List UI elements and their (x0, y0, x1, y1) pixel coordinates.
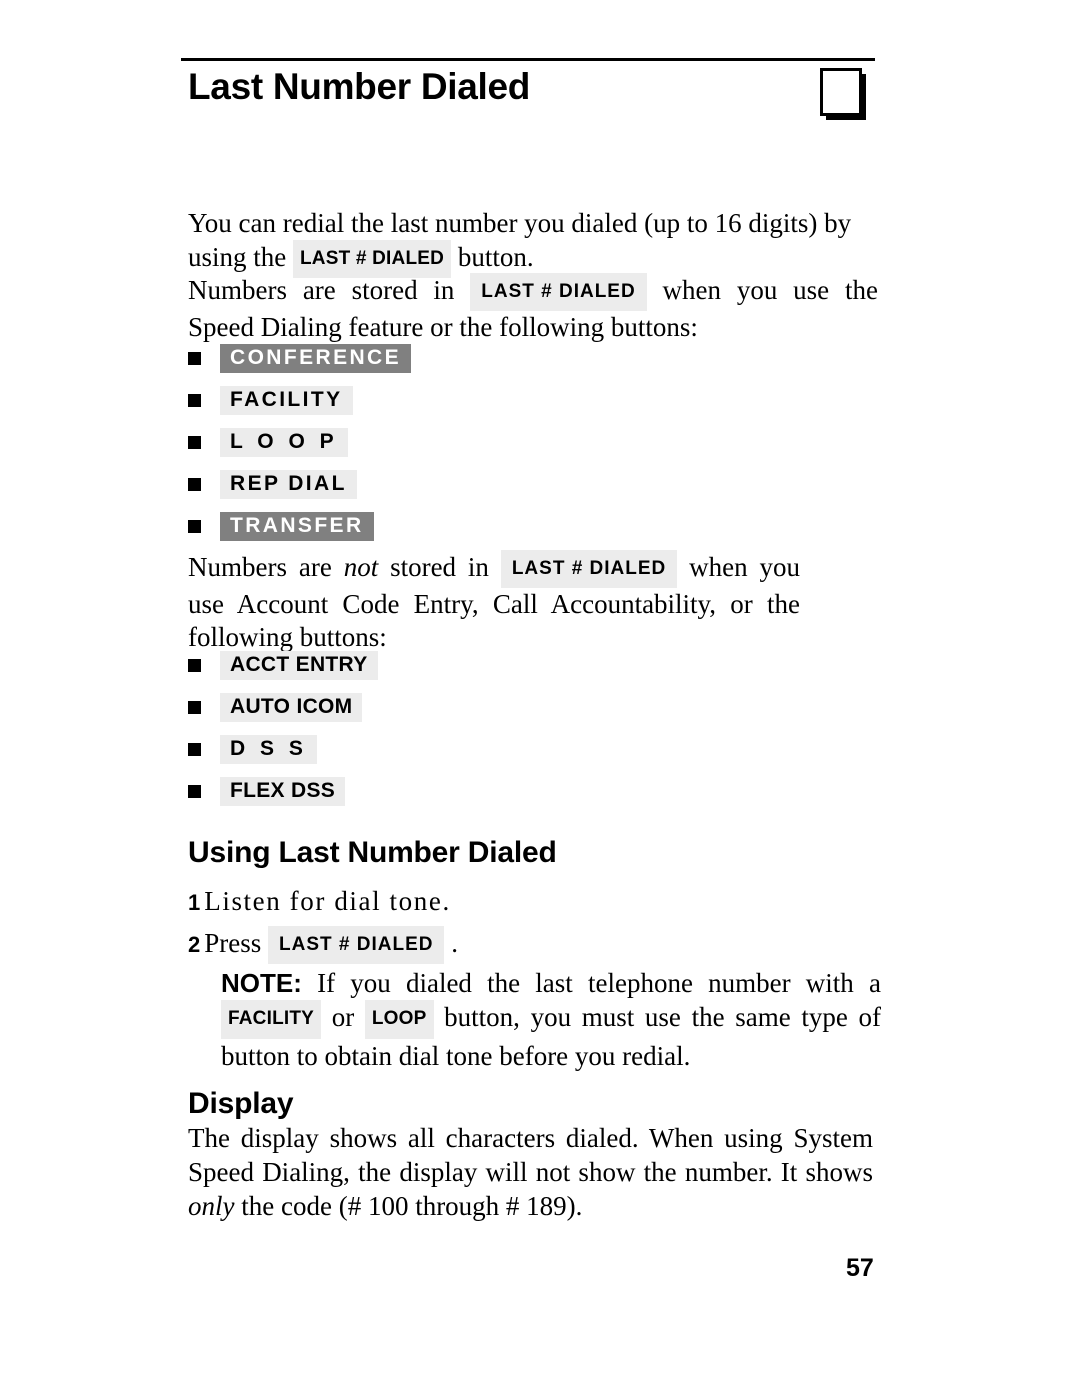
square-bullet-icon (188, 478, 201, 491)
step-1: 1 Listen for dial tone. (188, 885, 451, 919)
list-item: D S S (188, 734, 378, 765)
display-paragraph: The display shows all characters dialed.… (188, 1121, 873, 1223)
not-stored-paragraph: Numbers are not stored in LAST # DIALED … (188, 550, 800, 654)
intro-paragraph-2: Numbers are stored in LAST # DIALED when… (188, 273, 878, 344)
square-bullet-icon (188, 520, 201, 533)
stored-buttons-list: CONFERENCE FACILITY L O O P REP DIAL TRA… (188, 343, 412, 553)
key-tag-rep-dial: REP DIAL (220, 470, 357, 499)
list-item: FLEX DSS (188, 776, 378, 807)
list-item: ACCT ENTRY (188, 650, 378, 681)
key-tag-conference: CONFERENCE (220, 344, 412, 373)
page-title: Last Number Dialed (188, 66, 531, 107)
not-stored-text-mid: stored in (378, 552, 501, 582)
list-item: REP DIAL (188, 469, 411, 500)
display-text-after: the code (# 100 through # 189). (234, 1191, 583, 1221)
key-tag-dss: D S S (220, 735, 318, 764)
note-label: NOTE: (221, 968, 302, 998)
key-badge-facility: FACILITY (221, 1000, 322, 1039)
step-2: 2 Press LAST # DIALED . (188, 926, 458, 964)
page-corner-square-icon (820, 68, 866, 120)
key-badge-last-number-dialed: LAST # DIALED (470, 273, 647, 311)
page-number: 57 (846, 1254, 874, 1282)
key-tag-transfer: TRANSFER (220, 512, 374, 541)
square-bullet-icon (188, 352, 201, 365)
display-text-before: The display shows all characters dialed.… (188, 1123, 873, 1187)
note-text-before: If you dialed the last telephone number … (301, 968, 881, 998)
corner-square-face (820, 68, 862, 116)
step-1-number: 1 (188, 890, 201, 915)
key-tag-flex-dss: FLEX DSS (220, 777, 346, 806)
not-stored-buttons-list: ACCT ENTRY AUTO ICOM D S S FLEX DSS (188, 650, 378, 818)
step-1-text: Listen for dial tone. (204, 886, 451, 916)
key-tag-facility: FACILITY (220, 386, 353, 415)
intro-paragraph-1: You can redial the last number you diale… (188, 207, 868, 278)
key-tag-loop: L O O P (220, 428, 349, 457)
key-tag-acct-entry: ACCT ENTRY (220, 651, 378, 680)
intro-p1-text-after: button. (451, 242, 534, 272)
intro-p2-text-before: Numbers are stored in (188, 275, 471, 305)
list-item: FACILITY (188, 385, 411, 416)
step-2-text-before: Press (204, 928, 269, 958)
square-bullet-icon (188, 659, 201, 672)
square-bullet-icon (188, 743, 201, 756)
key-badge-last-number-dialed: LAST # DIALED (268, 926, 445, 964)
note-block: NOTE: If you dialed the last telephone n… (221, 966, 881, 1073)
header-rule (181, 58, 875, 61)
square-bullet-icon (188, 436, 201, 449)
list-item: TRANSFER (188, 511, 411, 542)
square-bullet-icon (188, 701, 201, 714)
key-badge-last-number-dialed: LAST # DIALED (500, 550, 678, 588)
list-item: AUTO ICOM (188, 692, 378, 723)
key-tag-auto-icom: AUTO ICOM (220, 693, 363, 722)
display-emphasis: only (188, 1191, 235, 1221)
list-item: L O O P (188, 427, 411, 458)
key-badge-loop: LOOP (364, 1000, 434, 1039)
section-heading-using-last-number-dialed: Using Last Number Dialed (188, 836, 557, 869)
step-2-text-after: . (444, 928, 458, 958)
note-text-mid: or (321, 1002, 365, 1032)
square-bullet-icon (188, 785, 201, 798)
not-stored-emphasis: not (343, 552, 379, 582)
not-stored-text-before: Numbers are (188, 552, 344, 582)
section-heading-display: Display (188, 1087, 294, 1120)
list-item: CONFERENCE (188, 343, 412, 374)
square-bullet-icon (188, 394, 201, 407)
document-page: Last Number Dialed You can redial the la… (0, 0, 1080, 1395)
step-2-number: 2 (188, 932, 201, 957)
